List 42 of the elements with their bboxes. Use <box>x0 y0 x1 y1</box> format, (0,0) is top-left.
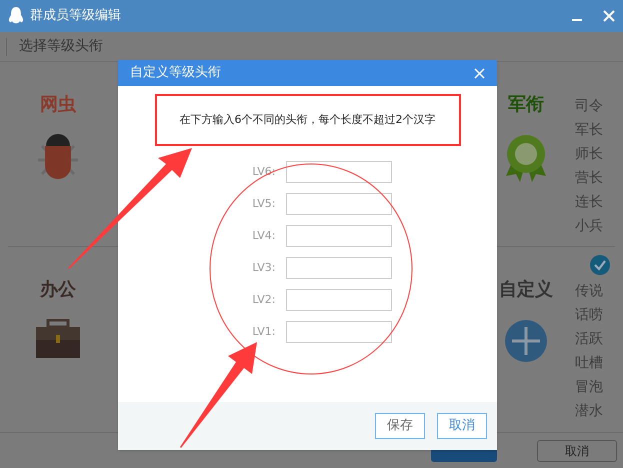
dialog-title: 自定义等级头衔 <box>130 64 221 82</box>
title-input[interactable] <box>286 193 392 215</box>
title-option[interactable]: 传说 <box>575 279 603 303</box>
dialog-button[interactable]: 保存 <box>375 413 425 439</box>
title-option[interactable]: 冒泡 <box>575 375 603 399</box>
title-option[interactable]: 师长 <box>575 142 603 166</box>
title-option[interactable]: 司令 <box>575 94 603 118</box>
title-option[interactable]: 营长 <box>575 166 603 190</box>
section-label: 选择等级头衔 <box>19 37 103 56</box>
level-label: LV6: <box>251 164 276 180</box>
penguin-icon <box>8 7 24 25</box>
level-label: LV3: <box>251 260 276 276</box>
title-input[interactable] <box>286 257 392 279</box>
title-option[interactable]: 连长 <box>575 190 603 214</box>
close-icon[interactable] <box>474 68 485 78</box>
title-option[interactable]: 小兵 <box>575 214 603 238</box>
title-option[interactable]: 话唠 <box>575 303 603 327</box>
cancel-button[interactable]: 取消 <box>537 440 617 462</box>
close-icon[interactable] <box>603 10 615 22</box>
category-title: 自定义 <box>499 279 553 301</box>
title-option[interactable]: 军长 <box>575 118 603 142</box>
instruction-text: 在下方输入6个不同的头衔，每个长度不超过2个汉字 <box>180 112 436 128</box>
level-label: LV2: <box>251 292 276 308</box>
title-input[interactable] <box>286 225 392 247</box>
level-label: LV4: <box>251 228 276 244</box>
title-option[interactable]: 吐槽 <box>575 351 603 375</box>
title-option[interactable]: 活跃 <box>575 327 603 351</box>
bug-icon <box>36 134 80 182</box>
window-title: 群成员等级编辑 <box>30 7 121 26</box>
title-input[interactable] <box>286 321 392 343</box>
title-input[interactable] <box>286 289 392 311</box>
level-label: LV1: <box>251 324 276 340</box>
title-option[interactable]: 潜水 <box>575 399 603 423</box>
briefcase-icon <box>35 319 81 359</box>
medal-icon <box>504 134 548 184</box>
level-label: LV5: <box>251 196 276 212</box>
dialog-button[interactable]: 取消 <box>437 413 487 439</box>
category-title: 网虫 <box>40 94 76 116</box>
category-title: 办公 <box>40 279 76 301</box>
title-input[interactable] <box>286 161 392 183</box>
category-title: 军衔 <box>508 94 544 116</box>
plus-icon <box>504 319 548 363</box>
